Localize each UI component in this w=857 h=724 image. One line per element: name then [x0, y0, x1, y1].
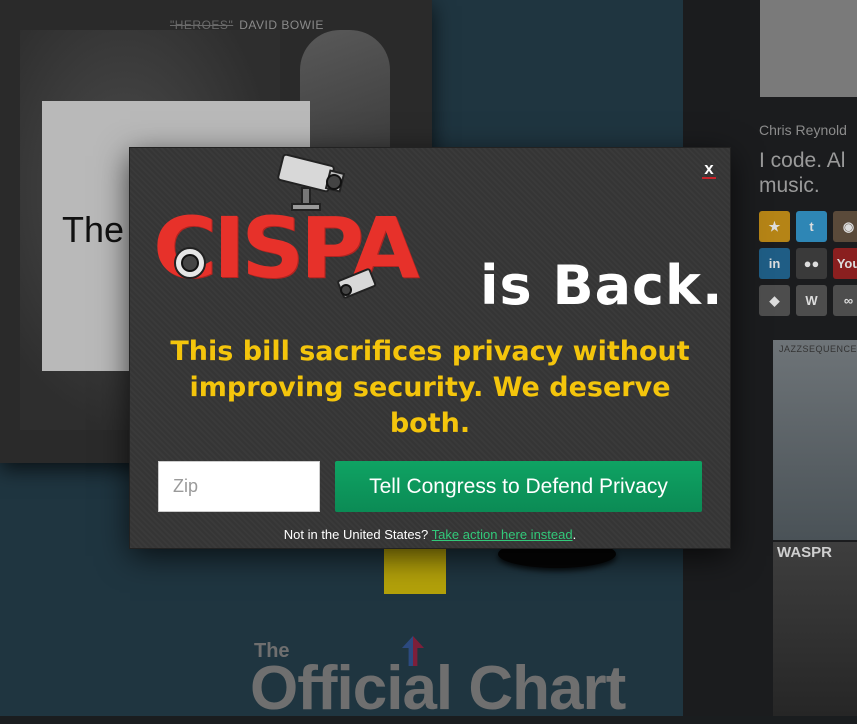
- sidebar-thumbnail[interactable]: [760, 0, 857, 97]
- tell-congress-button[interactable]: Tell Congress to Defend Privacy: [335, 461, 702, 512]
- zip-input[interactable]: [158, 461, 320, 512]
- album-artist: DAVID BOWIE: [239, 18, 324, 32]
- github-icon[interactable]: ◆: [759, 285, 790, 316]
- linkedin-icon[interactable]: in: [759, 248, 790, 279]
- wordpress-icon[interactable]: W: [796, 285, 827, 316]
- flickr-icon[interactable]: ●●: [796, 248, 827, 279]
- footnote-period: .: [572, 527, 577, 542]
- album-title: "HEROES" DAVID BOWIE: [170, 18, 324, 32]
- footnote-text: Not in the United States?: [283, 527, 429, 542]
- profile-bio-line: music.: [759, 174, 820, 197]
- thumbnail-label: WASPR: [777, 544, 833, 561]
- thumbnail-label: JAZZSEQUENCE: [779, 344, 857, 354]
- album-thumbnail-jazzsequence[interactable]: JAZZSEQUENCE: [773, 340, 857, 540]
- album-card-text: The: [62, 209, 125, 250]
- take-action-link[interactable]: Take action here instead: [432, 527, 573, 542]
- profile-bio: I code. Al music.: [759, 148, 845, 198]
- footnote: Not in the United States? Take action he…: [130, 527, 730, 542]
- social-links: ★ t ◉ in ●● You ◆ W ∞: [759, 211, 857, 316]
- star-icon[interactable]: ★: [759, 211, 790, 242]
- profile-bio-line: I code. Al: [759, 149, 846, 172]
- album-thumbnail-waspr[interactable]: WASPR: [773, 542, 857, 716]
- close-button[interactable]: x: [700, 160, 718, 179]
- tagline: This bill sacrifices privacy without imp…: [170, 336, 690, 439]
- official-chart-logo: The Official Chart: [250, 636, 670, 723]
- security-camera-small-icon: [337, 268, 377, 299]
- profile-name: Chris Reynold: [759, 122, 847, 138]
- twitter-icon[interactable]: t: [796, 211, 827, 242]
- headline-is-back: is Back.: [480, 254, 724, 317]
- yellow-block-graphic: [384, 548, 446, 594]
- lastfm-icon[interactable]: ∞: [833, 285, 857, 316]
- chart-logo-text: Official Chart: [250, 654, 626, 723]
- camera-lens-icon: [174, 247, 206, 279]
- album-title-struck: "HEROES": [170, 18, 234, 32]
- instagram-icon[interactable]: ◉: [833, 211, 857, 242]
- youtube-icon[interactable]: You: [833, 248, 857, 279]
- cispa-modal: x CISPA is Back. This bill sacrifices pr…: [130, 148, 730, 548]
